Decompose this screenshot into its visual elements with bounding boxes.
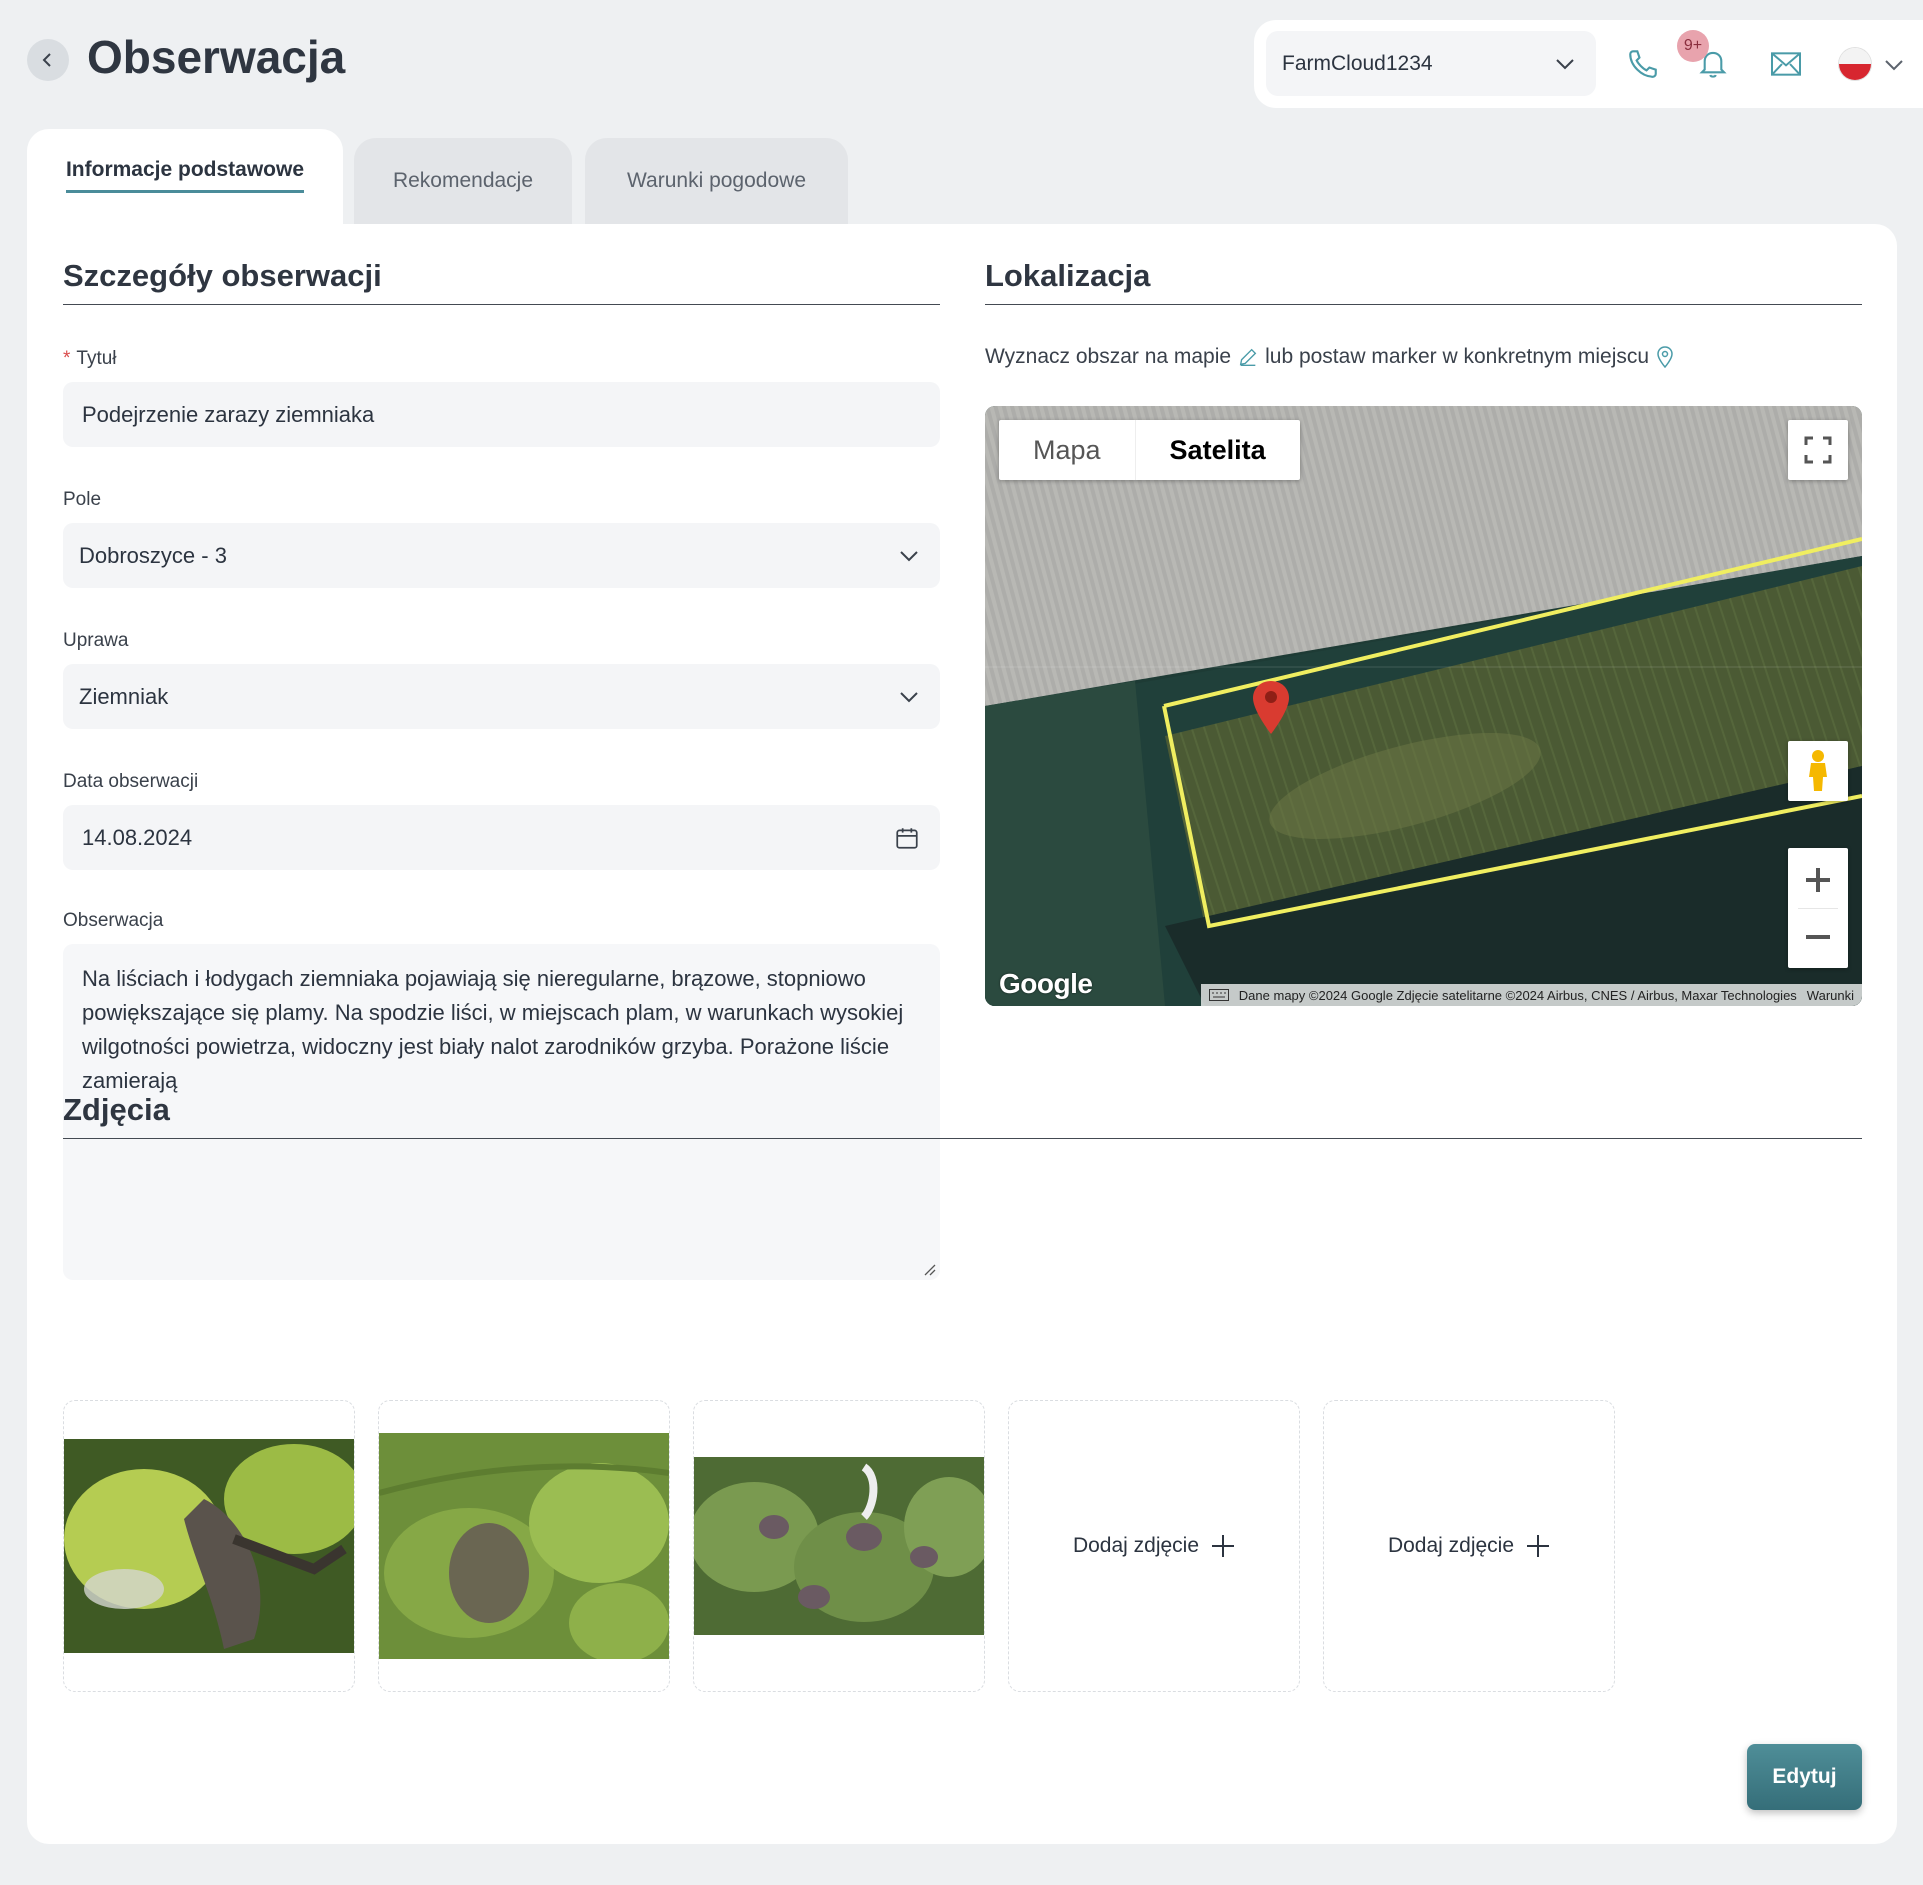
map-type-toggle: Mapa Satelita <box>999 420 1300 480</box>
street-view-button[interactable] <box>1788 741 1848 801</box>
page-title: Obserwacja <box>87 31 346 83</box>
field-select-value: Dobroszyce - 3 <box>79 542 227 568</box>
photo-blight-leaf-3 <box>694 1457 984 1635</box>
zoom-in-icon[interactable] <box>1803 852 1833 908</box>
tab-weather[interactable]: Warunki pogodowe <box>585 138 848 224</box>
pencil-icon[interactable] <box>1237 346 1259 368</box>
observation-label: Obserwacja <box>63 910 164 931</box>
pegman-icon <box>1809 750 1827 791</box>
tab-label: Warunki pogodowe <box>627 169 806 192</box>
language-flag-icon[interactable] <box>1839 48 1871 80</box>
location-section-title: Lokalizacja <box>985 258 1862 305</box>
details-section-title: Szczegóły obserwacji <box>63 258 940 305</box>
farm-select[interactable]: FarmCloud1234 <box>1266 31 1596 96</box>
chevron-down-icon <box>1556 59 1574 70</box>
location-hint: Wyznacz obszar na mapie lub postaw marke… <box>985 345 1675 369</box>
map-pin-icon[interactable] <box>1655 345 1675 369</box>
location-hint-part1: Wyznacz obszar na mapie <box>985 345 1232 368</box>
add-photo-button[interactable]: Dodaj zdjęcie <box>1388 1534 1550 1558</box>
fullscreen-button[interactable] <box>1788 420 1848 480</box>
location-hint-part2: lub postaw marker w konkretnym miejscu <box>1265 345 1650 368</box>
edit-button[interactable]: Edytuj <box>1747 1744 1862 1810</box>
map-type-map-button[interactable]: Mapa <box>999 420 1135 480</box>
map-terms-link[interactable]: Warunki <box>1807 988 1854 1003</box>
add-photo-slot-2[interactable]: Dodaj zdjęcie <box>1323 1400 1615 1692</box>
add-photo-label: Dodaj zdjęcie <box>1072 1534 1200 1557</box>
title-input[interactable]: Podejrzenie zarazy ziemniaka <box>63 382 940 447</box>
title-label-text: Tytuł <box>76 348 117 369</box>
map-type-satellite-button[interactable]: Satelita <box>1134 420 1300 480</box>
map-view[interactable]: Mapa Satelita Google Dane mapy ©2024 Goo… <box>985 406 1862 1006</box>
photo-thumbnail-2[interactable] <box>378 1400 670 1692</box>
resize-handle-icon[interactable] <box>922 1262 936 1276</box>
field-label: Pole <box>63 489 102 510</box>
title-input-value: Podejrzenie zarazy ziemniaka <box>82 401 375 427</box>
notification-badge: 9+ <box>1677 30 1709 62</box>
date-label: Data obserwacji <box>63 771 199 792</box>
crop-select-value: Ziemniak <box>79 683 169 709</box>
tab-recommendations[interactable]: Rekomendacje <box>354 138 572 224</box>
chevron-down-icon <box>900 550 918 561</box>
phone-icon[interactable] <box>1626 47 1660 81</box>
date-input[interactable]: 14.08.2024 <box>63 805 940 870</box>
observation-text: Na liściach i łodygach ziemniaka pojawia… <box>82 966 904 1093</box>
date-input-value: 14.08.2024 <box>82 824 193 850</box>
mail-icon[interactable] <box>1770 50 1802 78</box>
google-logo: Google <box>999 968 1093 999</box>
crop-label: Uprawa <box>63 630 129 651</box>
photo-blight-leaf-1 <box>64 1439 354 1653</box>
plus-icon <box>1527 1535 1550 1557</box>
plus-icon <box>1212 1535 1235 1557</box>
farm-select-value: FarmCloud1234 <box>1282 51 1433 75</box>
add-photo-label: Dodaj zdjęcie <box>1387 1534 1515 1557</box>
tab-label: Rekomendacje <box>392 169 534 192</box>
photo-thumbnail-1[interactable] <box>63 1400 355 1692</box>
zoom-out-icon[interactable] <box>1803 909 1833 965</box>
add-photo-button[interactable]: Dodaj zdjęcie <box>1073 1534 1235 1558</box>
chevron-left-icon <box>42 53 51 67</box>
map-attribution-text: Dane mapy ©2024 Google Zdjęcie satelitar… <box>1238 987 1797 1003</box>
zoom-controls <box>1788 848 1848 968</box>
fullscreen-icon <box>1804 436 1832 464</box>
map-attribution: Dane mapy ©2024 Google Zdjęcie satelitar… <box>1200 984 1862 1006</box>
calendar-icon[interactable] <box>894 825 920 851</box>
tab-label: Informacje podstawowe <box>65 158 305 193</box>
add-photo-slot-1[interactable]: Dodaj zdjęcie <box>1008 1400 1300 1692</box>
required-marker: * <box>63 348 71 369</box>
keyboard-icon[interactable] <box>1208 989 1229 1001</box>
photos-section-title: Zdjęcia <box>63 1092 1862 1139</box>
title-label: * Tytuł <box>63 348 117 370</box>
photo-blight-leaf-2 <box>379 1433 669 1659</box>
back-button[interactable] <box>27 39 69 81</box>
satellite-imagery <box>985 406 1862 1006</box>
tab-basic-info[interactable]: Informacje podstawowe <box>27 129 343 229</box>
field-select[interactable]: Dobroszyce - 3 <box>63 523 940 588</box>
crop-select[interactable]: Ziemniak <box>63 664 940 729</box>
top-bar: FarmCloud1234 9+ <box>1254 20 1923 108</box>
chevron-down-icon <box>900 691 918 702</box>
photo-thumbnail-3[interactable] <box>693 1400 985 1692</box>
chevron-down-icon[interactable] <box>1883 54 1905 76</box>
